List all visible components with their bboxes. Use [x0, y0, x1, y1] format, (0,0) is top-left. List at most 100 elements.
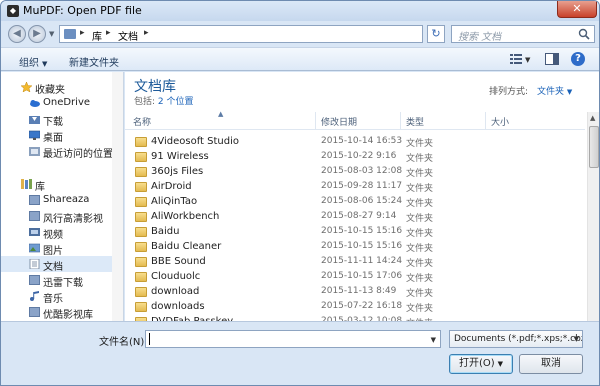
sidebar-item-libraries[interactable]: 库	[1, 176, 123, 193]
sidebar-item-label: 迅雷下载	[43, 278, 83, 289]
address-bar[interactable]: ▸ 库 ▸ 文档 ▸ ▼	[59, 25, 475, 43]
file-row[interactable]: AliQinTao 2015-08-06 15:24 文件夹	[125, 194, 585, 209]
file-name: Baidu Cleaner	[151, 241, 222, 252]
scroll-up-icon[interactable]: ▲	[590, 114, 595, 122]
documents-library-icon	[29, 259, 40, 269]
sidebar-item-favorites[interactable]: 收藏夹	[1, 79, 123, 96]
file-row[interactable]: Baidu Cleaner 2015-10-15 15:16 文件夹	[125, 239, 585, 254]
file-name: BBE Sound	[151, 256, 206, 267]
filename-input[interactable]: ▼	[145, 330, 441, 348]
pictures-library-icon	[29, 243, 40, 253]
arrange-by-value: 文件夹	[537, 87, 565, 97]
file-type-select[interactable]: Documents (*.pdf;*.xps;*.cbz ▼	[449, 330, 583, 348]
folder-icon	[135, 197, 147, 207]
back-button[interactable]: ◀	[8, 25, 26, 43]
column-divider[interactable]	[485, 112, 486, 130]
file-row[interactable]: 91 Wireless 2015-10-22 9:16 文件夹	[125, 149, 585, 164]
search-input[interactable]: 搜索 文档	[451, 25, 595, 43]
sidebar-item-pictures[interactable]: 图片	[1, 240, 123, 257]
file-row[interactable]: DVDFab Passkey2015-03-12 10:08文件夹	[125, 314, 585, 321]
column-header-row: ▲ 名称 修改日期 类型 大小	[125, 110, 585, 130]
file-row[interactable]: downloads 2015-07-22 16:18 文件夹	[125, 299, 585, 314]
includes-locations-link[interactable]: 2 个位置	[158, 97, 194, 107]
folder-icon	[135, 152, 147, 162]
file-list-scrollbar[interactable]: ▲	[587, 112, 599, 321]
file-row[interactable]: AliWorkbench 2015-08-27 9:14 文件夹	[125, 209, 585, 224]
sort-ascending-icon: ▲	[218, 110, 224, 118]
sidebar-item-recent-places[interactable]: 最近访问的位置	[1, 143, 123, 160]
organize-label: 组织	[19, 58, 39, 69]
search-icon[interactable]	[578, 28, 590, 40]
new-folder-button[interactable]: 新建文件夹	[69, 54, 119, 69]
folder-icon	[135, 272, 147, 282]
file-row[interactable]: 4Videosoft Studio 2015-10-14 16:53 文件夹	[125, 134, 585, 149]
breadcrumb-documents[interactable]: 文档	[118, 28, 138, 43]
sidebar-item-shareaza[interactable]: Shareaza	[1, 192, 123, 208]
cancel-button[interactable]: 取消	[519, 354, 583, 374]
sidebar-item-label: 视频	[43, 230, 63, 241]
filename-history-chevron-icon[interactable]: ▼	[431, 336, 436, 344]
preview-pane-icon[interactable]	[545, 53, 559, 65]
file-modified-date: 2015-10-22 9:16	[321, 151, 397, 161]
column-header-size[interactable]: 大小	[491, 115, 509, 128]
file-type: 文件夹	[406, 154, 434, 164]
folder-icon	[135, 257, 147, 267]
navigation-scrollbar[interactable]	[112, 72, 123, 321]
folder-icon	[135, 227, 147, 237]
library-includes: 包括: 2 个位置	[134, 94, 194, 107]
filename-label: 文件名(N):	[99, 337, 148, 348]
text-caret	[149, 333, 150, 345]
forward-button[interactable]: ▶	[28, 25, 46, 43]
close-button[interactable]: ✕	[557, 1, 597, 18]
organize-menu[interactable]: 组织 ▼	[19, 54, 47, 69]
sidebar-item-funshion[interactable]: 风行高清影视	[1, 208, 123, 225]
sidebar-item-downloads[interactable]: 下载	[1, 111, 123, 128]
includes-prefix: 包括:	[134, 97, 156, 107]
file-row[interactable]: Baidu 2015-10-15 15:16 文件夹	[125, 224, 585, 239]
file-row[interactable]: download 2015-11-13 8:49 文件夹	[125, 284, 585, 299]
sidebar-item-desktop[interactable]: 桌面	[1, 127, 123, 144]
folder-icon	[135, 137, 147, 147]
column-divider[interactable]	[315, 112, 316, 130]
chevron-down-icon: ▼	[497, 360, 504, 368]
view-chevron-icon[interactable]: ▼	[525, 56, 530, 64]
column-header-name[interactable]: 名称	[133, 115, 151, 128]
column-header-modified[interactable]: 修改日期	[321, 115, 357, 128]
sidebar-item-label: 下载	[43, 117, 63, 128]
sidebar-item-documents[interactable]: 文档	[1, 256, 123, 273]
dialog-footer: 文件名(N): ▼ Documents (*.pdf;*.xps;*.cbz ▼…	[1, 321, 599, 385]
breadcrumb-separator[interactable]: ▸	[144, 28, 149, 38]
file-name: AirDroid	[151, 181, 192, 192]
file-row[interactable]: AirDroid 2015-09-28 11:17 文件夹	[125, 179, 585, 194]
sidebar-item-youku-library[interactable]: 优酷影视库	[1, 304, 123, 321]
breadcrumb-separator[interactable]: ▸	[80, 28, 85, 38]
help-icon[interactable]: ?	[571, 52, 585, 66]
breadcrumb-library[interactable]: 库	[92, 28, 102, 43]
file-modified-date: 2015-10-14 16:53	[321, 136, 403, 146]
view-options-icon[interactable]	[509, 53, 523, 65]
sidebar-item-label: 风行高清影视	[43, 214, 103, 225]
column-header-type[interactable]: 类型	[406, 115, 424, 128]
file-type: 文件夹	[406, 139, 434, 149]
file-type: 文件夹	[406, 214, 434, 224]
breadcrumb-separator[interactable]: ▸	[106, 28, 111, 38]
open-button[interactable]: 打开(O) ▼	[449, 354, 513, 374]
music-library-icon	[30, 291, 39, 301]
arrange-by-dropdown[interactable]: 文件夹 ▼	[537, 84, 572, 97]
file-row[interactable]: 360js Files 2015-08-03 12:08 文件夹	[125, 164, 585, 179]
sidebar-item-onedrive[interactable]: OneDrive	[1, 95, 123, 111]
file-row[interactable]: BBE Sound 2015-11-11 14:24 文件夹	[125, 254, 585, 269]
sidebar-item-xunlei-downloads[interactable]: 迅雷下载	[1, 272, 123, 289]
star-icon	[21, 82, 32, 92]
file-name: AliQinTao	[151, 196, 198, 207]
sidebar-item-videos[interactable]: 视频	[1, 224, 123, 241]
column-divider[interactable]	[400, 112, 401, 130]
sidebar-item-music[interactable]: 音乐	[1, 288, 123, 305]
address-row: ◀ ▶ ▼ ▸ 库 ▸ 文档 ▸ ▼ ↻ 搜索 文档	[1, 21, 599, 47]
recent-locations-chevron-icon[interactable]: ▼	[49, 30, 54, 38]
scrollbar-thumb[interactable]	[589, 126, 599, 168]
refresh-icon[interactable]: ↻	[427, 25, 445, 43]
file-row[interactable]: Clouduolc 2015-10-15 17:06 文件夹	[125, 269, 585, 284]
folder-icon	[135, 302, 147, 312]
sidebar-item-label: Shareaza	[43, 194, 90, 205]
